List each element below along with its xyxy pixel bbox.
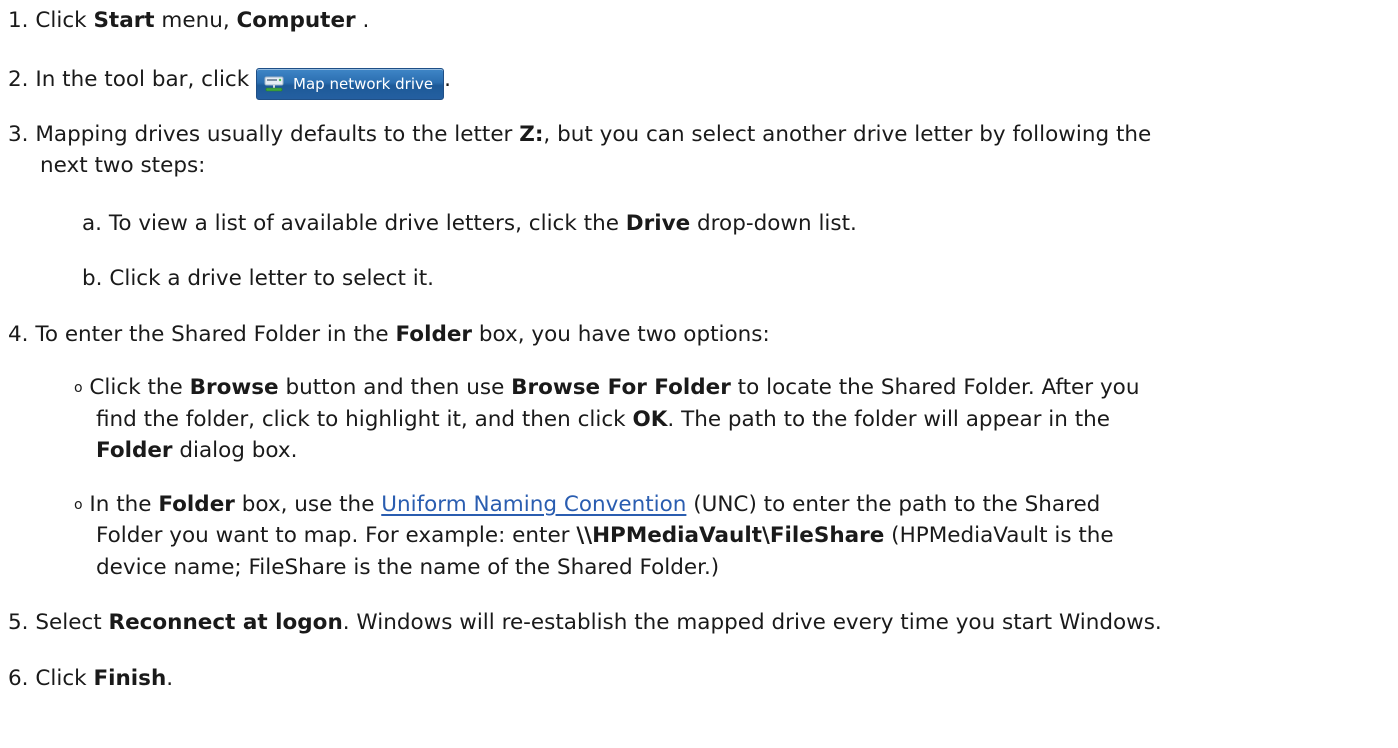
step-number: 6.	[8, 666, 29, 691]
drive-label: Drive	[625, 211, 691, 236]
map-network-drive-label: Map network drive	[293, 74, 434, 93]
bullet: o	[74, 497, 83, 513]
step-3: 3. Mapping drives usually defaults to th…	[8, 124, 1151, 146]
step-2: 2. In the tool bar, click Map network dr…	[8, 68, 451, 100]
step-text: Select Reconnect at logon. Windows will …	[35, 610, 1162, 635]
ok-label: OK	[632, 407, 668, 432]
step-text: Click Finish.	[35, 666, 174, 691]
substep-text: To view a list of available drive letter…	[108, 211, 857, 236]
step-4-option-1-line-3: Folder dialog box.	[96, 438, 298, 463]
step-3-continued: next two steps:	[40, 153, 206, 178]
substep-label: a.	[82, 211, 103, 236]
drive-letter-z: Z:	[519, 122, 544, 147]
reconnect-at-logon-label: Reconnect at logon	[108, 610, 343, 635]
browse-label: Browse	[189, 375, 279, 400]
step-3a: a. To view a list of available drive let…	[82, 213, 857, 235]
step-text: To enter the Shared Folder in the Folder…	[35, 322, 770, 347]
folder-label: Folder	[96, 438, 173, 463]
step-text: Mapping drives usually defaults to the l…	[35, 122, 1152, 147]
step-text: In the tool bar, click	[35, 67, 257, 92]
step-5: 5. Select Reconnect at logon. Windows wi…	[8, 612, 1162, 634]
step-number: 2.	[8, 67, 29, 92]
bullet: o	[74, 380, 83, 396]
computer-label: Computer	[236, 8, 356, 33]
unc-path-example: \\HPMediaVault\FileShare	[576, 523, 885, 548]
option-text: Click the Browse button and then use Bro…	[89, 375, 1140, 400]
step-4-option-2: o In the Folder box, use the Uniform Nam…	[74, 494, 1100, 516]
unc-link[interactable]: Uniform Naming Convention	[381, 492, 686, 517]
step-number: 5.	[8, 610, 29, 635]
network-drive-icon	[263, 75, 285, 93]
start-menu-label: Start	[93, 8, 155, 33]
step-text: Click Start menu, Computer .	[35, 8, 370, 33]
browse-for-folder-label: Browse For Folder	[511, 375, 731, 400]
substep-label: b.	[82, 266, 103, 291]
substep-text: Click a drive letter to select it.	[109, 266, 434, 291]
step-4: 4. To enter the Shared Folder in the Fol…	[8, 324, 770, 346]
step-number: 3.	[8, 122, 29, 147]
step-3b: b. Click a drive letter to select it.	[82, 268, 434, 290]
option-text: In the Folder box, use the Uniform Namin…	[89, 492, 1101, 517]
step-number: 4.	[8, 322, 29, 347]
step-4-option-1-line-2: find the folder, click to highlight it, …	[96, 407, 1111, 432]
step-number: 1.	[8, 8, 29, 33]
folder-label: Folder	[158, 492, 235, 517]
step-6: 6. Click Finish.	[8, 668, 173, 690]
map-network-drive-button[interactable]: Map network drive	[256, 68, 445, 100]
step-4-option-2-line-3: device name; FileShare is the name of th…	[96, 555, 720, 580]
step-1: 1. Click Start menu, Computer .	[8, 10, 369, 32]
step-4-option-2-line-2: Folder you want to map. For example: ent…	[96, 523, 1114, 548]
finish-label: Finish	[93, 666, 167, 691]
folder-label: Folder	[395, 322, 473, 347]
step-4-option-1: o Click the Browse button and then use B…	[74, 377, 1139, 399]
